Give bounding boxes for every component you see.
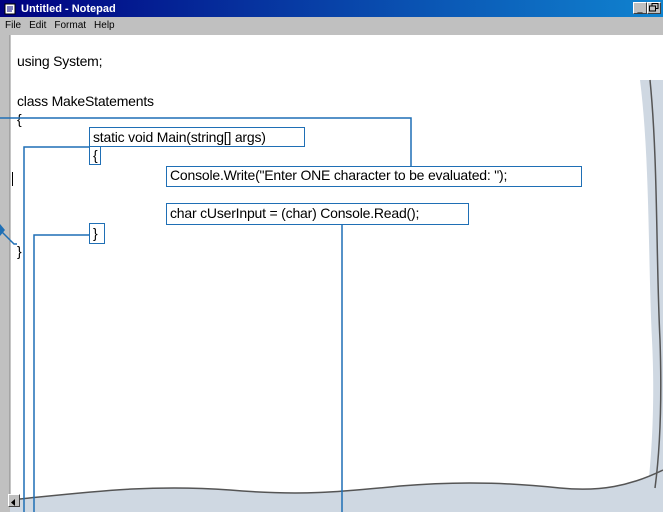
scroll-left-icon[interactable]: [8, 494, 20, 507]
callout-lines: [0, 117, 412, 512]
